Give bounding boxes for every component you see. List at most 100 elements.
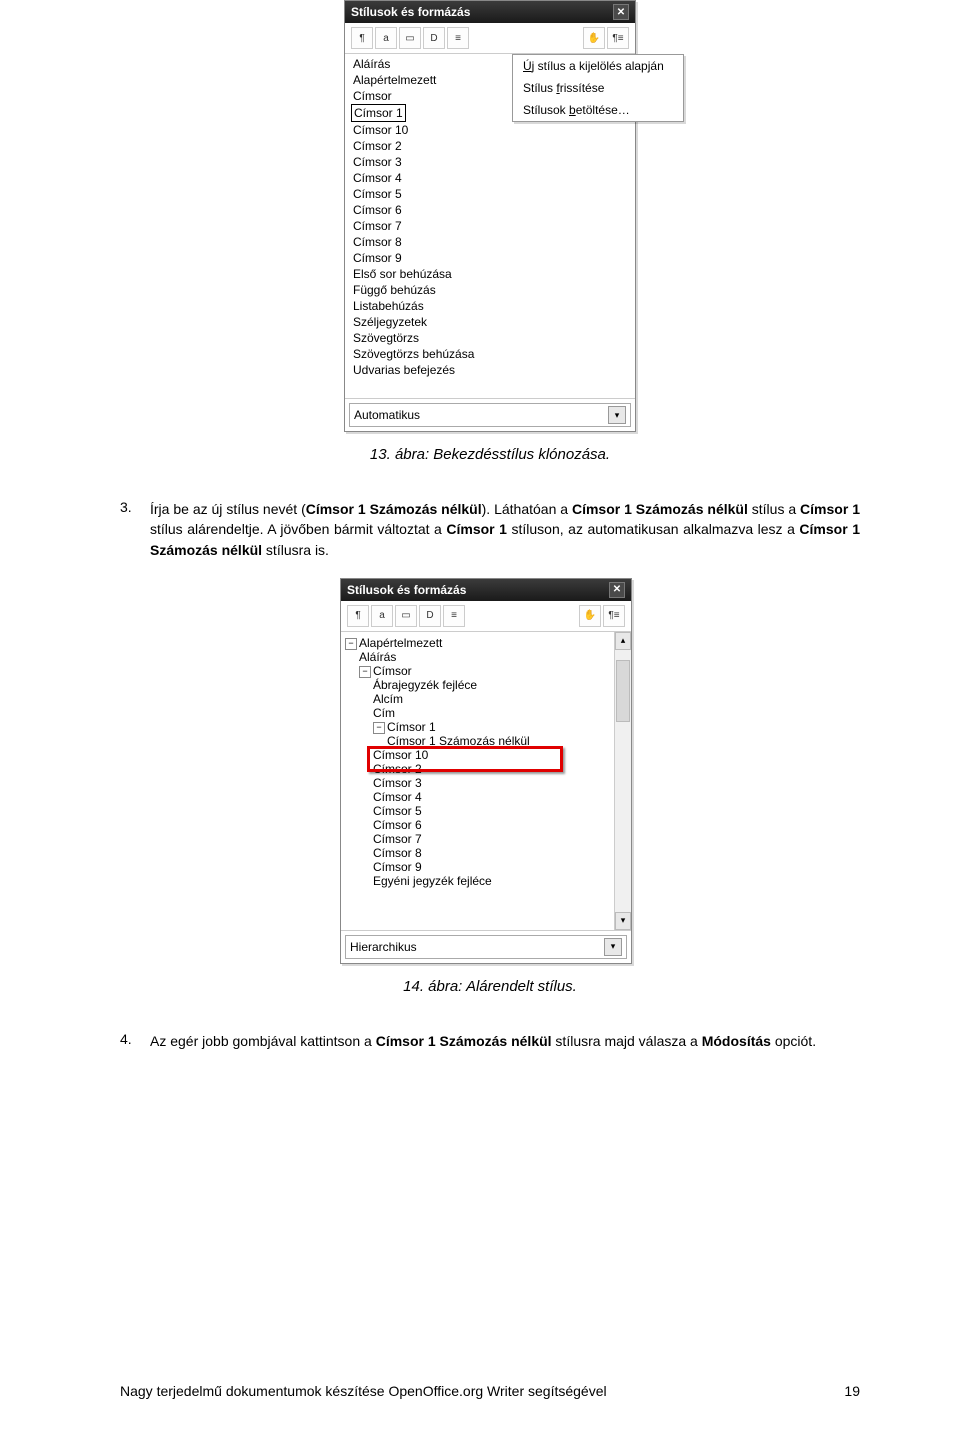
list-item[interactable]: Szövegtörzs xyxy=(351,330,629,346)
character-styles-icon[interactable]: a xyxy=(371,605,393,627)
numbered-para-4: 4. Az egér jobb gombjával kattintson a C… xyxy=(120,1031,860,1051)
figure-caption-13: 13. ábra: Bekezdésstílus klónozása. xyxy=(120,446,860,463)
list-number: 4. xyxy=(120,1031,150,1051)
tree-item[interactable]: Egyéni jegyzék fejléce xyxy=(345,874,627,888)
tree-item-label: Címsor 1 xyxy=(387,720,436,734)
tree-item-label: Címsor xyxy=(373,664,412,678)
tree-item[interactable]: Címsor 7 xyxy=(345,832,627,846)
context-menu-item[interactable]: Új stílus a kijelölés alapján xyxy=(513,55,683,77)
list-item[interactable]: Címsor 7 xyxy=(351,218,629,234)
dialog-title: Stílusok és formázás xyxy=(351,5,470,19)
fill-format-icon[interactable]: ✋ xyxy=(579,605,601,627)
styles-dialog-2: Stílusok és formázás ✕ ¶ a ▭ D ≡ ✋ ¶≡ −A… xyxy=(340,578,632,964)
list-item[interactable]: Szövegtörzs behúzása xyxy=(351,346,629,362)
list-item[interactable]: Címsor 2 xyxy=(351,138,629,154)
scroll-up-icon[interactable]: ▴ xyxy=(615,632,631,650)
context-menu-item[interactable]: Stílusok betöltése… xyxy=(513,99,683,121)
highlight-box xyxy=(367,746,563,772)
tree-item[interactable]: Címsor 6 xyxy=(345,818,627,832)
tree-item-label: Alcím xyxy=(373,692,403,706)
scroll-thumb[interactable] xyxy=(616,660,630,722)
tree-item[interactable]: Címsor 3 xyxy=(345,776,627,790)
list-item[interactable]: Függő behúzás xyxy=(351,282,629,298)
styles-tree[interactable]: −AlapértelmezettAláírás−CímsorÁbrajegyzé… xyxy=(341,632,631,930)
list-item[interactable]: Címsor 6 xyxy=(351,202,629,218)
list-item[interactable]: Címsor 5 xyxy=(351,186,629,202)
chevron-down-icon[interactable]: ▾ xyxy=(604,938,622,956)
tree-item[interactable]: −Címsor xyxy=(345,664,627,678)
footer-text: Nagy terjedelmű dokumentumok készítése O… xyxy=(120,1383,607,1399)
list-item[interactable]: Címsor 1 xyxy=(351,104,406,122)
paragraph-styles-icon[interactable]: ¶ xyxy=(351,27,373,49)
tree-item-label: Cím xyxy=(373,706,395,720)
frame-styles-icon[interactable]: ▭ xyxy=(395,605,417,627)
list-item[interactable]: Első sor behúzása xyxy=(351,266,629,282)
close-icon[interactable]: ✕ xyxy=(613,4,629,20)
list-item[interactable]: Címsor 8 xyxy=(351,234,629,250)
scroll-track[interactable] xyxy=(615,650,631,912)
filter-select[interactable]: Hierarchikus ▾ xyxy=(345,935,627,959)
new-style-dropdown-icon[interactable]: ¶≡ xyxy=(603,605,625,627)
new-style-dropdown-icon[interactable]: ¶≡ xyxy=(607,27,629,49)
filter-value: Automatikus xyxy=(354,408,420,422)
dialog-toolbar: ¶ a ▭ D ≡ ✋ ¶≡ xyxy=(345,23,635,54)
close-icon[interactable]: ✕ xyxy=(609,582,625,598)
list-item[interactable]: Udvarias befejezés xyxy=(351,362,629,378)
fill-format-icon[interactable]: ✋ xyxy=(583,27,605,49)
page-footer: Nagy terjedelmű dokumentumok készítése O… xyxy=(0,1383,960,1399)
list-item[interactable]: Listabehúzás xyxy=(351,298,629,314)
page-styles-icon[interactable]: D xyxy=(419,605,441,627)
frame-styles-icon[interactable]: ▭ xyxy=(399,27,421,49)
tree-item[interactable]: Címsor 4 xyxy=(345,790,627,804)
list-item[interactable]: Címsor 10 xyxy=(351,122,629,138)
tree-item[interactable]: Ábrajegyzék fejléce xyxy=(345,678,627,692)
tree-item[interactable]: −Címsor 1 xyxy=(345,720,627,734)
list-item[interactable]: Címsor 4 xyxy=(351,170,629,186)
list-item[interactable]: Címsor 3 xyxy=(351,154,629,170)
page-number: 19 xyxy=(844,1383,860,1399)
tree-item-label: Címsor 8 xyxy=(373,846,422,860)
list-styles-icon[interactable]: ≡ xyxy=(447,27,469,49)
expander-icon[interactable]: − xyxy=(345,638,357,650)
tree-item-label: Címsor 6 xyxy=(373,818,422,832)
tree-item-label: Alapértelmezett xyxy=(359,636,442,650)
tree-item-label: Egyéni jegyzék fejléce xyxy=(373,874,492,888)
tree-item[interactable]: Címsor 8 xyxy=(345,846,627,860)
expander-icon[interactable]: − xyxy=(359,666,371,678)
tree-item-label: Címsor 3 xyxy=(373,776,422,790)
context-menu: Új stílus a kijelölés alapjánStílus fris… xyxy=(512,54,684,122)
tree-item[interactable]: Címsor 9 xyxy=(345,860,627,874)
list-item[interactable]: Széljegyzetek xyxy=(351,314,629,330)
tree-item[interactable]: Alcím xyxy=(345,692,627,706)
list-number: 3. xyxy=(120,499,150,560)
tree-item-label: Címsor 5 xyxy=(373,804,422,818)
paragraph-styles-icon[interactable]: ¶ xyxy=(347,605,369,627)
page-styles-icon[interactable]: D xyxy=(423,27,445,49)
tree-item[interactable]: Cím xyxy=(345,706,627,720)
scrollbar-vertical[interactable]: ▴ ▾ xyxy=(614,632,631,930)
chevron-down-icon[interactable]: ▾ xyxy=(608,406,626,424)
scroll-down-icon[interactable]: ▾ xyxy=(615,912,631,930)
tree-item[interactable]: Aláírás xyxy=(345,650,627,664)
tree-item-label: Aláírás xyxy=(359,650,396,664)
dialog-titlebar[interactable]: Stílusok és formázás ✕ xyxy=(341,579,631,601)
dialog-toolbar: ¶ a ▭ D ≡ ✋ ¶≡ xyxy=(341,601,631,632)
tree-item[interactable]: −Alapértelmezett xyxy=(345,636,627,650)
filter-row: Automatikus ▾ xyxy=(345,398,635,427)
context-menu-item[interactable]: Stílus frissítése xyxy=(513,77,683,99)
filter-select[interactable]: Automatikus ▾ xyxy=(349,403,631,427)
character-styles-icon[interactable]: a xyxy=(375,27,397,49)
tree-item-label: Címsor 7 xyxy=(373,832,422,846)
figure-caption-14: 14. ábra: Alárendelt stílus. xyxy=(120,978,860,995)
numbered-para-3: 3. Írja be az új stílus nevét (Címsor 1 … xyxy=(120,499,860,560)
para-text: Az egér jobb gombjával kattintson a Címs… xyxy=(150,1031,860,1051)
filter-row: Hierarchikus ▾ xyxy=(341,930,631,959)
tree-item-label: Címsor 9 xyxy=(373,860,422,874)
expander-icon[interactable]: − xyxy=(373,722,385,734)
filter-value: Hierarchikus xyxy=(350,940,417,954)
para-text: Írja be az új stílus nevét (Címsor 1 Szá… xyxy=(150,499,860,560)
tree-item[interactable]: Címsor 5 xyxy=(345,804,627,818)
list-styles-icon[interactable]: ≡ xyxy=(443,605,465,627)
list-item[interactable]: Címsor 9 xyxy=(351,250,629,266)
dialog-titlebar[interactable]: Stílusok és formázás ✕ xyxy=(345,1,635,23)
